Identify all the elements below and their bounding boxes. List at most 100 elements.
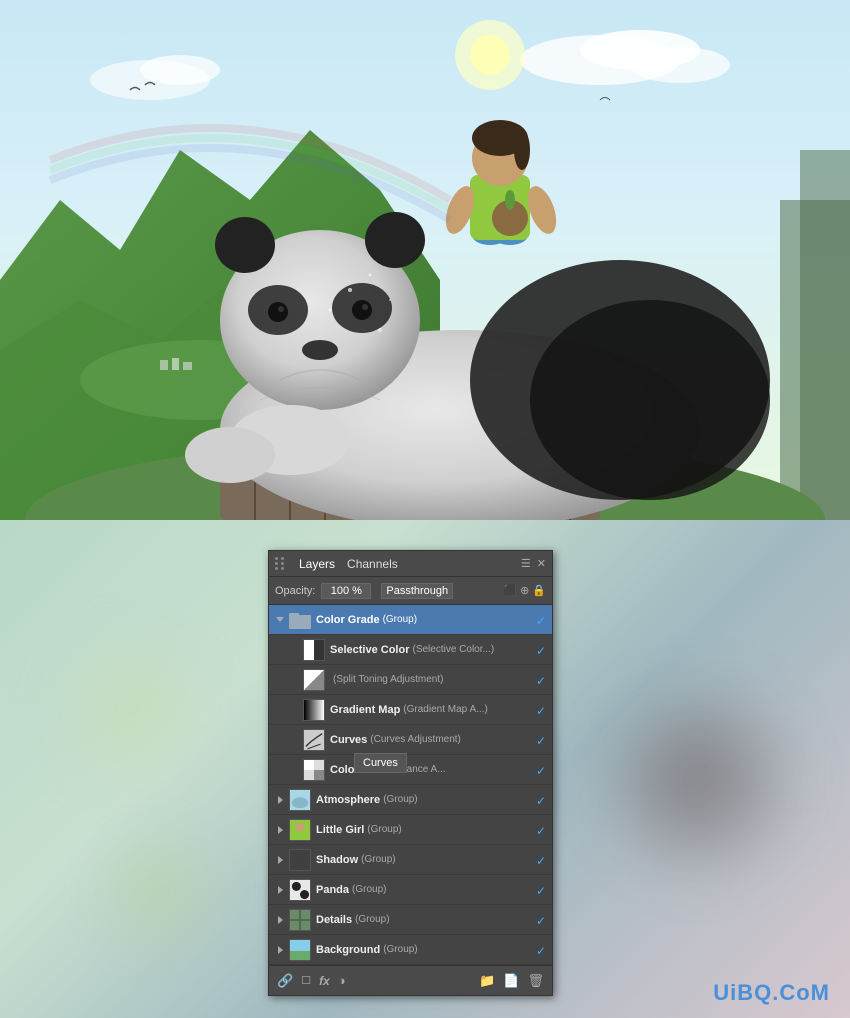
layer-expand-arrow[interactable] [273, 613, 287, 627]
layer-style-icon[interactable]: ☐ [301, 974, 311, 987]
layer-split-toning[interactable]: (Split Toning Adjustment) ✓ [269, 665, 552, 695]
layer-shadow[interactable]: Shadow (Group) ✓ [269, 845, 552, 875]
expand-right-icon [278, 886, 283, 894]
lock-pixels-icon[interactable]: ⬛ [503, 584, 517, 597]
layer-visibility-check[interactable]: ✓ [536, 794, 548, 806]
grip-dot [281, 557, 284, 560]
fx-icon[interactable]: fx [319, 974, 330, 988]
layer-thumbnail [289, 849, 311, 871]
layer-thumbnail [303, 729, 325, 751]
layer-type: (Group) [355, 914, 389, 925]
layer-expand-placeholder [287, 733, 301, 747]
layer-thumbnail [289, 789, 311, 811]
layer-name: Gradient Map [330, 704, 400, 716]
link-layers-icon[interactable]: 🔗 [277, 973, 293, 989]
layer-details[interactable]: Details (Group) ✓ [269, 905, 552, 935]
panda-illustration [0, 0, 850, 520]
opacity-row: Opacity: 100 % Passthrough ⬛ ⊕ 🔒 [269, 577, 552, 605]
expand-down-icon [276, 617, 284, 622]
canvas-image [0, 0, 850, 520]
opacity-input[interactable]: 100 % [321, 583, 371, 599]
layer-thumbnail [289, 819, 311, 841]
layer-thumbnail [289, 939, 311, 961]
watermark: UiBQ.CoM [713, 980, 830, 1006]
layer-type: (Group) [352, 884, 386, 895]
lock-icons: ⬛ ⊕ 🔒 [503, 584, 546, 597]
curves-tooltip: Curves [354, 753, 407, 773]
expand-right-icon [278, 946, 283, 954]
expand-right-icon [278, 916, 283, 924]
layer-visibility-check[interactable]: ✓ [536, 824, 548, 836]
panel-header: Layers Channels ☰ ✕ [269, 551, 552, 577]
layer-visibility-check[interactable]: ✓ [536, 674, 548, 686]
lock-position-icon[interactable]: ⊕ [520, 584, 529, 597]
layer-visibility-check[interactable]: ✓ [536, 734, 548, 746]
grip-dot [281, 567, 284, 570]
grip-dot [281, 562, 284, 565]
layer-gradient-map[interactable]: Gradient Map (Gradient Map A...) ✓ [269, 695, 552, 725]
layer-visibility-check[interactable]: ✓ [536, 644, 548, 656]
layer-name: Panda [316, 884, 349, 896]
layer-thumbnail [303, 699, 325, 721]
expand-right-icon [278, 826, 283, 834]
layer-name: Background [316, 944, 380, 956]
layer-expand-arrow[interactable] [273, 883, 287, 897]
delete-layer-icon[interactable]: 🗑 [527, 973, 544, 989]
panel-footer: 🔗 ☐ fx ◑ 📁 📄 🗑 [269, 965, 552, 995]
layer-visibility-check[interactable]: ✓ [536, 884, 548, 896]
layer-type: (Selective Color...) [412, 644, 494, 655]
new-layer-icon[interactable]: 📄 [503, 973, 519, 989]
tab-layers[interactable]: Layers [293, 555, 341, 573]
layer-visibility-check[interactable]: ✓ [536, 614, 548, 626]
new-adjustment-icon[interactable]: ◑ [338, 973, 346, 988]
bottom-panel: Layers Channels ☰ ✕ Opacity: 100 % Passt… [0, 520, 850, 1018]
grip-dot [275, 567, 278, 570]
tab-channels[interactable]: Channels [341, 555, 404, 573]
layer-thumbnail [303, 759, 325, 781]
layer-expand-arrow[interactable] [273, 913, 287, 927]
layer-visibility-check[interactable]: ✓ [536, 944, 548, 956]
layer-thumbnail [303, 669, 325, 691]
panel-menu-icon[interactable]: ☰ [521, 557, 531, 570]
layer-expand-placeholder [287, 703, 301, 717]
layer-panda[interactable]: Panda (Group) ✓ [269, 875, 552, 905]
layer-thumbnail [303, 639, 325, 661]
bokeh-effect-2 [588, 669, 808, 889]
layer-name: Little Girl [316, 824, 364, 836]
layer-name: Atmosphere [316, 794, 380, 806]
layer-little-girl[interactable]: Little Girl (Group) ✓ [269, 815, 552, 845]
layer-color-balance[interactable]: Curves Color B olor Balance A... ✓ [269, 755, 552, 785]
layers-panel: Layers Channels ☰ ✕ Opacity: 100 % Passt… [268, 550, 553, 996]
layer-type: (Group) [383, 614, 417, 625]
layer-expand-arrow[interactable] [273, 793, 287, 807]
panel-close-icon[interactable]: ✕ [537, 557, 546, 570]
layer-name: Curves [330, 734, 367, 746]
layer-background[interactable]: Background (Group) ✓ [269, 935, 552, 965]
new-folder-icon[interactable]: 📁 [479, 973, 495, 989]
layer-expand-placeholder [287, 763, 301, 777]
blend-mode-dropdown[interactable]: Passthrough [381, 583, 453, 599]
layer-type: (Split Toning Adjustment) [333, 674, 443, 685]
layer-name: Shadow [316, 854, 358, 866]
layer-visibility-check[interactable]: ✓ [536, 914, 548, 926]
panel-grip [275, 557, 285, 570]
layer-expand-arrow[interactable] [273, 823, 287, 837]
expand-right-icon [278, 856, 283, 864]
opacity-label: Opacity: [275, 585, 315, 597]
layer-selective-color[interactable]: Selective Color (Selective Color...) ✓ [269, 635, 552, 665]
grip-dot [275, 562, 278, 565]
layer-atmosphere[interactable]: Atmosphere (Group) ✓ [269, 785, 552, 815]
layer-visibility-check[interactable]: ✓ [536, 854, 548, 866]
bokeh-effect-3 [85, 818, 235, 968]
layer-expand-arrow[interactable] [273, 943, 287, 957]
lock-all-icon[interactable]: 🔒 [532, 584, 546, 597]
layer-type: (Group) [383, 794, 417, 805]
layer-curves[interactable]: Curves (Curves Adjustment) ✓ [269, 725, 552, 755]
bokeh-effect-1 [43, 620, 223, 800]
layer-name: Color Grade [316, 614, 380, 626]
layer-expand-arrow[interactable] [273, 853, 287, 867]
layer-visibility-check[interactable]: ✓ [536, 704, 548, 716]
layer-color-grade[interactable]: Color Grade (Group) ✓ [269, 605, 552, 635]
layer-type: (Group) [383, 944, 417, 955]
layer-visibility-check[interactable]: ✓ [536, 764, 548, 776]
